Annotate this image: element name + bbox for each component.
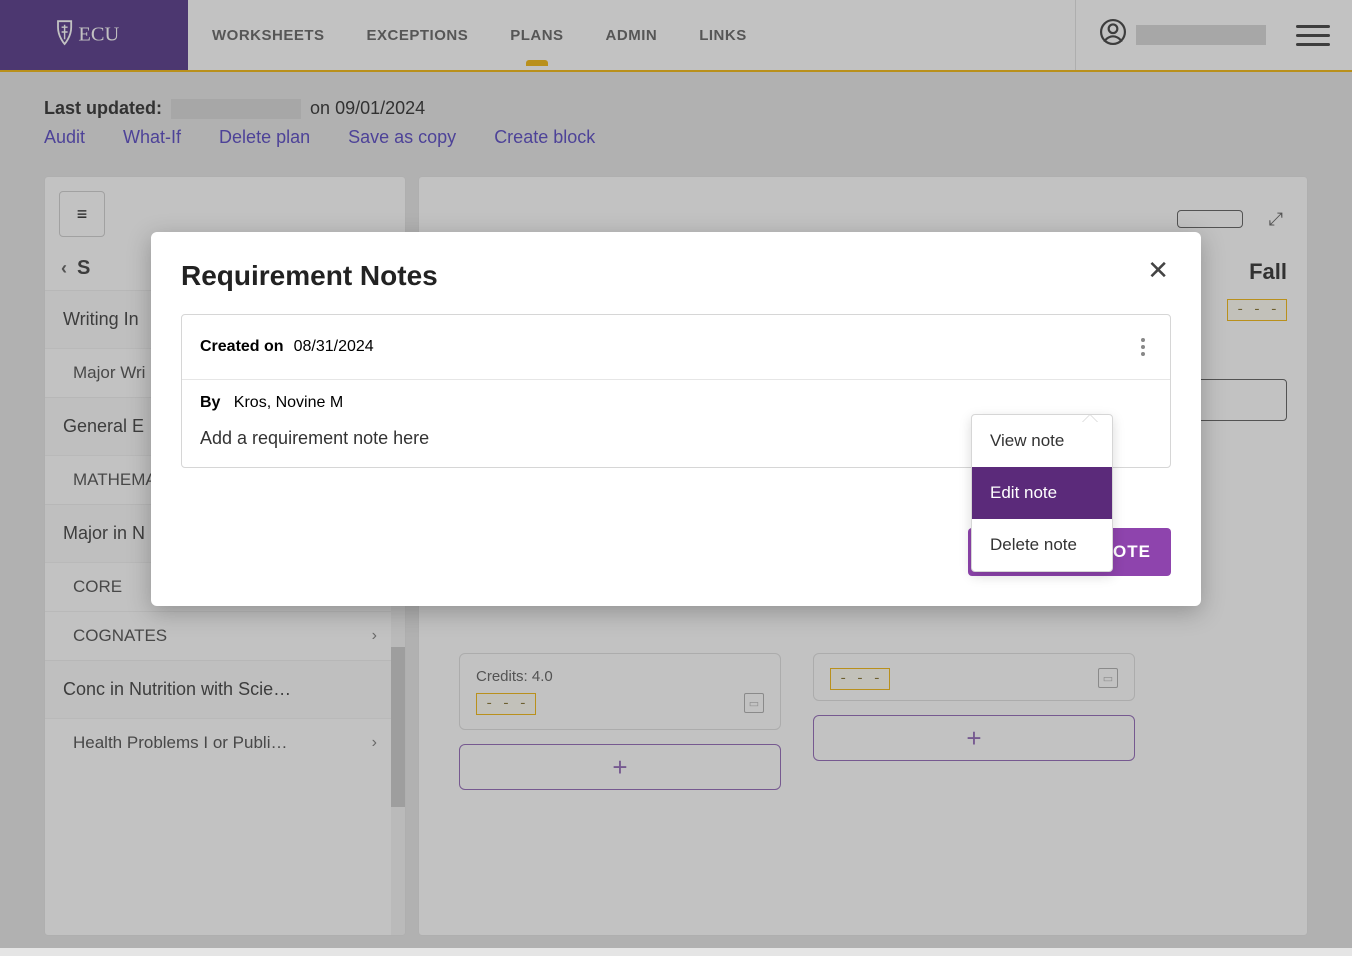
close-icon[interactable]: ✕: [1141, 254, 1175, 287]
menu-delete-note[interactable]: Delete note: [972, 519, 1112, 571]
requirement-notes-modal: Requirement Notes ✕ Created on 08/31/202…: [151, 232, 1201, 606]
note-menu-icon[interactable]: [1134, 329, 1152, 365]
created-on-date: 08/31/2024: [294, 338, 374, 356]
note-action-menu: View note Edit note Delete note: [971, 414, 1113, 572]
note-author: Kros, Novine M: [234, 394, 343, 411]
created-on-label: Created on: [200, 338, 284, 356]
by-label: By: [200, 394, 220, 411]
modal-title: Requirement Notes: [181, 260, 1171, 292]
menu-edit-note[interactable]: Edit note: [972, 467, 1112, 519]
menu-view-note[interactable]: View note: [972, 415, 1112, 467]
modal-overlay: Requirement Notes ✕ Created on 08/31/202…: [0, 0, 1352, 948]
note-header: Created on 08/31/2024: [182, 315, 1170, 380]
